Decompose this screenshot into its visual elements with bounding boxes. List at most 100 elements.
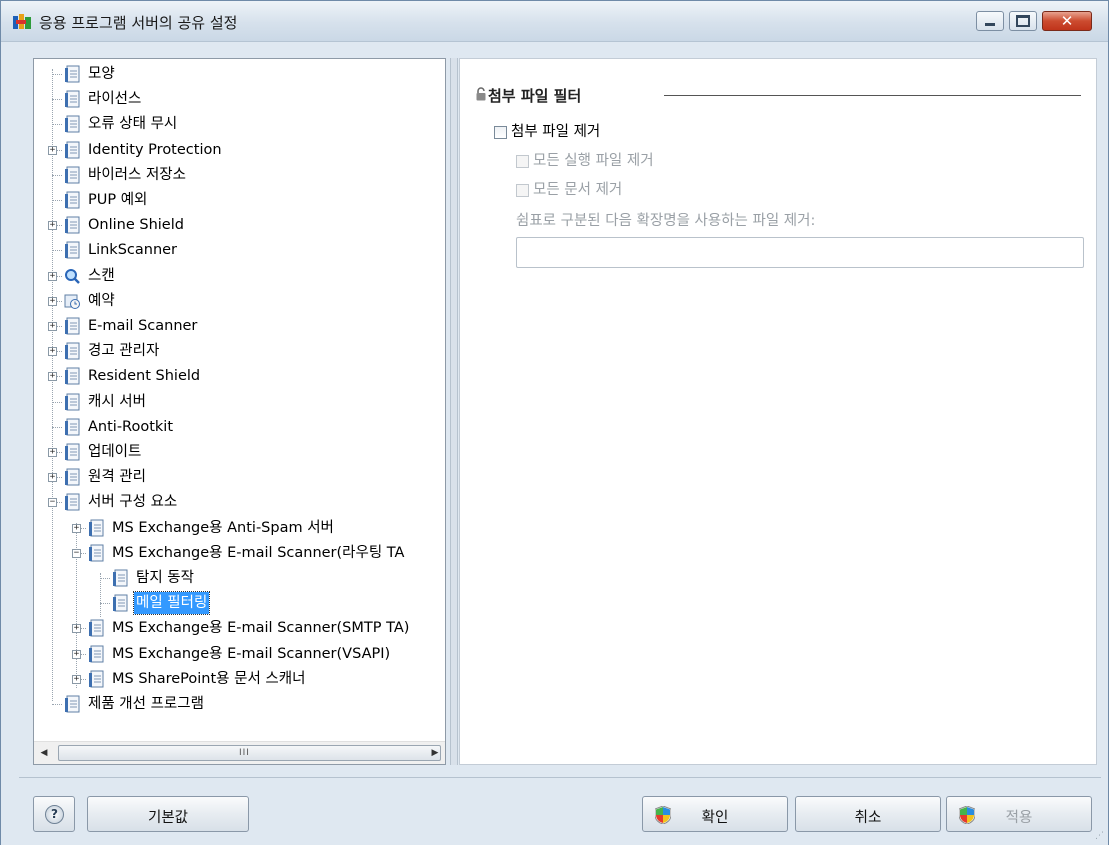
expand-icon[interactable]: + bbox=[72, 624, 81, 634]
collapse-icon[interactable]: − bbox=[72, 548, 81, 558]
schedule-icon bbox=[64, 292, 80, 310]
tree-item[interactable]: MS Exchange용 E-mail Scanner(VSAPI) bbox=[88, 643, 392, 665]
expand-icon[interactable]: + bbox=[48, 221, 57, 231]
tree-item[interactable]: 오류 상태 무시 bbox=[64, 113, 179, 135]
tree-item[interactable]: 스캔 bbox=[64, 265, 117, 287]
expand-icon[interactable]: + bbox=[48, 347, 57, 357]
remove-attachments-checkbox[interactable] bbox=[494, 125, 507, 139]
tree-item[interactable]: 서버 구성 요소 bbox=[64, 491, 179, 513]
tree-item[interactable]: MS SharePoint용 문서 스캐너 bbox=[88, 668, 307, 690]
tree-item-label: MS Exchange용 E-mail Scanner(SMTP TA) bbox=[112, 620, 410, 637]
tree-item[interactable]: 캐시 서버 bbox=[64, 391, 148, 413]
tree-item-label: Anti-Rootkit bbox=[88, 418, 174, 435]
tree-connector bbox=[100, 603, 110, 605]
tree-item-label: 서버 구성 요소 bbox=[88, 494, 178, 511]
tree-item-label: 예약 bbox=[88, 292, 115, 309]
tree-guide-line bbox=[52, 69, 53, 701]
tree-item[interactable]: Online Shield bbox=[64, 214, 186, 236]
settings-page-icon bbox=[64, 695, 80, 713]
tree-item[interactable]: MS Exchange용 E-mail Scanner(라우팅 TA bbox=[88, 542, 406, 564]
settings-tree[interactable]: 모양라이선스오류 상태 무시 + Identity Protection 바이러스 저… bbox=[33, 58, 446, 765]
scrollbar-thumb[interactable]: III bbox=[58, 745, 441, 761]
extensions-field[interactable] bbox=[516, 237, 1084, 268]
tree-item[interactable]: 라이선스 bbox=[64, 88, 143, 110]
tree-connector bbox=[52, 401, 62, 403]
tree-item-label: 탐지 동작 bbox=[136, 570, 194, 586]
expand-icon[interactable]: + bbox=[48, 145, 57, 155]
ok-button[interactable]: 확인 bbox=[642, 796, 788, 832]
settings-page-icon bbox=[64, 115, 80, 133]
settings-page-icon bbox=[64, 418, 80, 436]
expand-icon[interactable]: + bbox=[48, 473, 57, 483]
settings-page-icon bbox=[64, 493, 80, 511]
settings-page-icon bbox=[64, 216, 80, 234]
expand-icon[interactable]: + bbox=[72, 523, 81, 533]
tree-item[interactable]: 원격 관리 bbox=[64, 466, 148, 488]
expand-icon[interactable]: + bbox=[48, 322, 57, 331]
settings-page-icon bbox=[64, 141, 80, 159]
help-icon: ? bbox=[45, 805, 64, 824]
tree-item[interactable]: 예약 bbox=[64, 290, 117, 312]
expand-icon[interactable]: + bbox=[72, 674, 81, 684]
tree-connector bbox=[52, 99, 62, 101]
collapse-icon[interactable]: − bbox=[48, 498, 57, 508]
tree-item-label: 경고 관리자 bbox=[88, 343, 160, 360]
section-divider bbox=[664, 95, 1081, 96]
cancel-button[interactable]: 취소 bbox=[795, 796, 941, 832]
tree-item[interactable]: 메일 필터링 bbox=[112, 591, 211, 616]
tree-item-label: 라이선스 bbox=[88, 91, 142, 108]
resize-grip-icon[interactable]: ⋰ bbox=[1095, 831, 1104, 841]
tree-item[interactable]: 모양 bbox=[64, 63, 117, 85]
tree-item-label: E-mail Scanner bbox=[88, 318, 198, 334]
tree-item[interactable]: LinkScanner bbox=[64, 239, 179, 261]
tree-item[interactable]: 바이러스 저장소 bbox=[64, 164, 188, 186]
maximize-icon bbox=[1016, 15, 1030, 27]
remove-executables-row[interactable]: 모든 실행 파일 제거 bbox=[516, 149, 654, 170]
remove-attachments-row[interactable]: 첨부 파일 제거 bbox=[494, 120, 600, 141]
panel-splitter[interactable] bbox=[450, 58, 458, 765]
tree-item[interactable]: Anti-Rootkit bbox=[64, 416, 175, 438]
settings-page-icon bbox=[64, 443, 80, 461]
tree-item-label: Resident Shield bbox=[88, 368, 201, 385]
help-button[interactable]: ? bbox=[33, 796, 75, 832]
expand-icon[interactable]: + bbox=[48, 271, 57, 281]
minimize-icon bbox=[985, 22, 995, 26]
tree-item[interactable]: MS Exchange용 Anti-Spam 서버 bbox=[88, 517, 336, 539]
tree-item-label: MS Exchange용 E-mail Scanner(VSAPI) bbox=[112, 645, 391, 662]
tree-item[interactable]: E-mail Scanner bbox=[64, 315, 199, 337]
scroll-left-icon[interactable]: ◀ bbox=[34, 742, 54, 764]
tree-item[interactable]: Identity Protection bbox=[64, 139, 224, 161]
horizontal-scrollbar[interactable]: ◀ III ▶ bbox=[34, 741, 445, 764]
defaults-button[interactable]: 기본값 bbox=[87, 796, 249, 832]
expand-icon[interactable]: + bbox=[48, 372, 57, 382]
scroll-right-icon[interactable]: ▶ bbox=[425, 742, 445, 764]
tree-item[interactable]: 업데이트 bbox=[64, 441, 143, 463]
settings-page-icon bbox=[88, 519, 104, 537]
remove-documents-checkbox[interactable] bbox=[516, 183, 529, 197]
tree-item-label: MS SharePoint용 문서 스캐너 bbox=[112, 670, 306, 687]
button-bar: ? 기본값 확인 취소 적용 ⋰ bbox=[1, 765, 1108, 845]
maximize-button[interactable] bbox=[1009, 11, 1037, 31]
remove-documents-row[interactable]: 모든 문서 제거 bbox=[516, 178, 622, 199]
settings-page-icon bbox=[64, 367, 80, 385]
tree-connector bbox=[52, 74, 62, 75]
minimize-button[interactable] bbox=[976, 11, 1004, 31]
settings-page-icon bbox=[64, 393, 80, 411]
tree-item[interactable]: MS Exchange용 E-mail Scanner(SMTP TA) bbox=[88, 617, 411, 639]
tree-item[interactable]: Resident Shield bbox=[64, 365, 202, 387]
close-button[interactable]: ✕ bbox=[1042, 11, 1092, 31]
remove-executables-checkbox[interactable] bbox=[516, 154, 529, 168]
expand-icon[interactable]: + bbox=[72, 649, 81, 659]
settings-page-icon bbox=[64, 90, 80, 108]
expand-icon[interactable]: + bbox=[48, 448, 57, 457]
tree-item[interactable]: PUP 예외 bbox=[64, 189, 149, 211]
expand-icon[interactable]: + bbox=[48, 296, 57, 306]
apply-button[interactable]: 적용 bbox=[946, 796, 1092, 832]
settings-page-icon bbox=[64, 191, 80, 209]
title-bar[interactable]: 응용 프로그램 서버의 공유 설정 ✕ bbox=[1, 1, 1108, 42]
tree-item[interactable]: 제품 개선 프로그램 bbox=[64, 693, 206, 715]
tree-list: 모양라이선스오류 상태 무시 + Identity Protection 바이러스 저… bbox=[34, 59, 445, 741]
remove-attachments-label: 첨부 파일 제거 bbox=[511, 124, 601, 140]
tree-item[interactable]: 탐지 동작 bbox=[112, 567, 196, 589]
tree-item[interactable]: 경고 관리자 bbox=[64, 340, 161, 362]
